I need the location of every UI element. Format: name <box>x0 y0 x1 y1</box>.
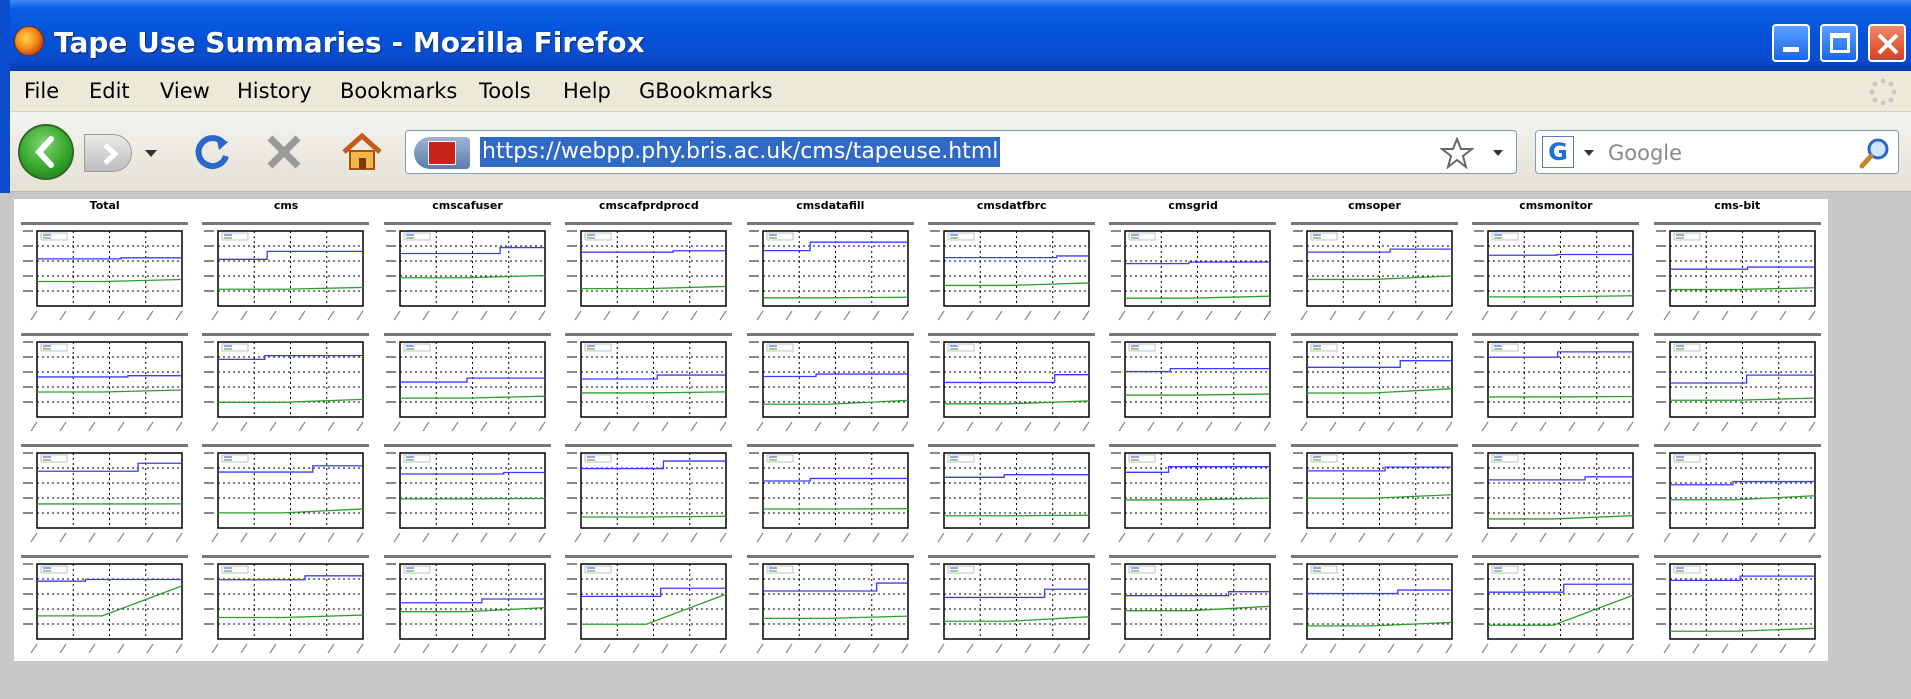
tape-use-plot-table: Total cms cmscafuser cmscafprdprocd cmsdataf… <box>14 199 1828 661</box>
plot-thumbnail[interactable] <box>559 552 739 659</box>
search-bar[interactable]: G Google <box>1535 130 1899 174</box>
column-header: cms-bit <box>1714 199 1761 212</box>
close-icon <box>1877 33 1899 55</box>
plot-thumbnail[interactable] <box>559 330 739 437</box>
plot-thumbnail[interactable] <box>1284 219 1464 326</box>
plot-thumbnail[interactable] <box>196 330 376 437</box>
menu-view[interactable]: View <box>160 79 210 103</box>
column-header: cmscafprdprocd <box>599 199 699 212</box>
reload-icon[interactable] <box>190 130 234 174</box>
plot-thumbnail[interactable] <box>377 441 557 548</box>
plot-thumbnail[interactable] <box>1466 552 1646 659</box>
menu-bookmarks[interactable]: Bookmarks <box>340 79 457 103</box>
plot-thumbnail[interactable] <box>1103 219 1283 326</box>
plot-thumbnail[interactable] <box>1466 219 1646 326</box>
search-engine-dropdown-icon[interactable] <box>1580 139 1598 165</box>
search-magnifier-icon[interactable] <box>1858 135 1894 171</box>
plot-thumbnail[interactable] <box>1103 441 1283 548</box>
site-icon[interactable] <box>414 137 470 169</box>
column-header: cmsdatafill <box>796 199 865 212</box>
plot-thumbnail[interactable] <box>922 330 1101 437</box>
navigation-toolbar: https://webpp.phy.bris.ac.uk/cms/tapeuse… <box>0 112 1911 192</box>
plot-thumbnail[interactable] <box>377 552 557 659</box>
plot-thumbnail[interactable] <box>377 330 557 437</box>
plot-thumbnail[interactable] <box>922 552 1101 659</box>
plot-thumbnail[interactable] <box>740 330 920 437</box>
plot-thumbnail[interactable] <box>196 552 376 659</box>
maximize-button[interactable] <box>1820 24 1858 62</box>
plot-thumbnail[interactable] <box>1466 441 1646 548</box>
menu-history[interactable]: History <box>237 79 312 103</box>
column-header: cmsgrid <box>1168 199 1218 212</box>
plot-thumbnail[interactable] <box>1647 219 1827 326</box>
menu-bar: File Edit View History Bookmarks Tools H… <box>0 71 1911 112</box>
plot-thumbnail[interactable] <box>1466 330 1646 437</box>
menu-file[interactable]: File <box>24 79 59 103</box>
window-title: Tape Use Summaries - Mozilla Firefox <box>54 26 645 59</box>
minimize-icon <box>1783 47 1799 52</box>
plot-thumbnail[interactable] <box>740 552 920 659</box>
forward-arrow-icon <box>103 143 119 165</box>
plot-thumbnail[interactable] <box>15 441 194 548</box>
column-header: cmscafuser <box>432 199 503 212</box>
plot-thumbnail[interactable] <box>1284 552 1464 659</box>
plot-thumbnail[interactable] <box>15 552 194 659</box>
plot-thumbnail[interactable] <box>196 441 376 548</box>
column-header: cms <box>273 199 299 212</box>
plot-thumbnail[interactable] <box>15 219 194 326</box>
back-button[interactable] <box>18 124 74 180</box>
maximize-icon <box>1830 33 1850 53</box>
google-engine-icon[interactable]: G <box>1542 136 1574 168</box>
url-bar[interactable]: https://webpp.phy.bris.ac.uk/cms/tapeuse… <box>405 130 1517 174</box>
back-arrow-icon <box>34 136 54 168</box>
menu-help[interactable]: Help <box>563 79 611 103</box>
menu-gbookmarks[interactable]: GBookmarks <box>639 79 773 103</box>
forward-button[interactable] <box>84 134 132 172</box>
plot-thumbnail[interactable] <box>922 441 1101 548</box>
history-dropdown-icon[interactable] <box>140 138 162 168</box>
plot-thumbnail[interactable] <box>1284 441 1464 548</box>
column-header: cmsmonitor <box>1519 199 1593 212</box>
plot-thumbnail[interactable] <box>1647 441 1827 548</box>
plot-thumbnail[interactable] <box>15 330 194 437</box>
firefox-icon[interactable] <box>14 26 44 56</box>
plot-thumbnail[interactable] <box>559 441 739 548</box>
plot-thumbnail[interactable] <box>740 441 920 548</box>
column-header: Total <box>89 199 120 212</box>
plot-thumbnail[interactable] <box>377 219 557 326</box>
menu-tools[interactable]: Tools <box>479 79 531 103</box>
plot-thumbnail[interactable] <box>196 219 376 326</box>
column-header: cmsoper <box>1348 199 1401 212</box>
throbber-icon <box>1869 78 1897 106</box>
search-input[interactable]: Google <box>1608 141 1682 165</box>
title-bar: Tape Use Summaries - Mozilla Firefox <box>0 0 1911 71</box>
plot-thumbnail[interactable] <box>559 219 739 326</box>
stop-icon[interactable] <box>262 130 306 174</box>
home-icon[interactable] <box>338 128 386 174</box>
plot-thumbnail[interactable] <box>1647 552 1827 659</box>
minimize-button[interactable] <box>1772 24 1810 62</box>
column-header: cmsdatfbrc <box>976 199 1047 212</box>
bookmark-star-icon[interactable] <box>1440 137 1474 169</box>
url-text[interactable]: https://webpp.phy.bris.ac.uk/cms/tapeuse… <box>480 137 1001 167</box>
plot-thumbnail[interactable] <box>922 219 1101 326</box>
page-content: Total cms cmscafuser cmscafprdprocd cmsdataf… <box>0 193 1911 699</box>
url-history-dropdown-icon[interactable] <box>1486 139 1510 165</box>
plot-thumbnail[interactable] <box>740 219 920 326</box>
plot-thumbnail[interactable] <box>1103 330 1283 437</box>
menu-edit[interactable]: Edit <box>89 79 130 103</box>
plot-thumbnail[interactable] <box>1647 330 1827 437</box>
plot-thumbnail[interactable] <box>1103 552 1283 659</box>
close-button[interactable] <box>1868 24 1906 62</box>
plot-thumbnail[interactable] <box>1284 330 1464 437</box>
